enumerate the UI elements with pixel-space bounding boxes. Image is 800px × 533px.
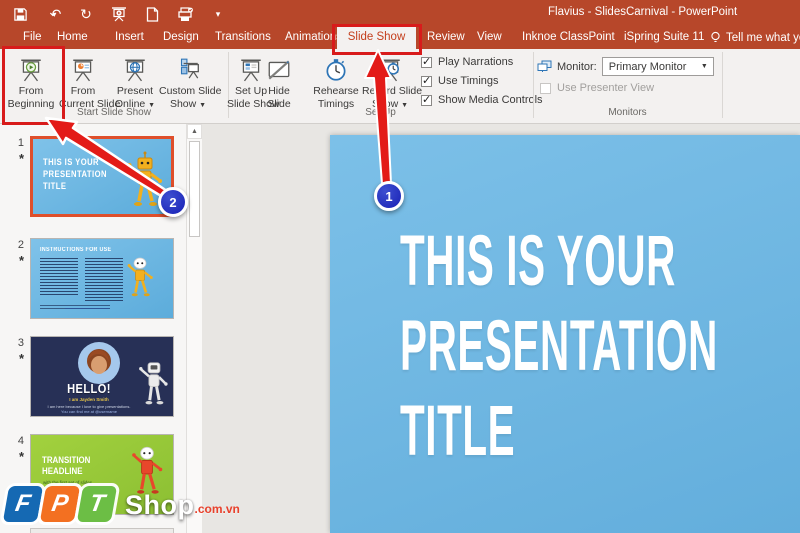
thumbnail-2-body-text <box>40 258 78 296</box>
workspace: 1 * THIS IS YOUR PRESENTATION TITLE 2 * <box>0 124 800 533</box>
tab-ispring-suite[interactable]: iSpring Suite 11 <box>624 26 704 49</box>
from-beginning-button[interactable]: From Beginning <box>4 51 58 111</box>
rehearse-timings-button[interactable]: Rehearse Timings <box>310 51 362 111</box>
tab-inknoe-classpoint[interactable]: Inknoe ClassPoint <box>522 26 615 49</box>
customize-quick-access-icon[interactable]: ▾ <box>208 4 228 24</box>
window-title: Flavius - SlidesCarnival - PowerPoint <box>548 6 738 18</box>
tab-home[interactable]: Home <box>57 26 88 49</box>
ribbon: From Beginning From Current Slide Presen… <box>0 49 800 124</box>
tab-slide-show[interactable]: Slide Show <box>337 26 416 49</box>
slide-canvas[interactable]: THIS IS YOUR PRESENTATION TITLE <box>330 135 800 533</box>
ribbon-tabs: File Home Insert Design Transitions Anim… <box>0 26 800 49</box>
thumbnail-4-title-line: TRANSITION <box>42 455 91 465</box>
robot-illustration <box>127 257 153 297</box>
robot-illustration <box>132 446 163 494</box>
print-preview-icon[interactable] <box>175 4 195 24</box>
monitor-row: Monitor: Primary Monitor ▼ <box>537 57 714 76</box>
slide-thumbnail-5-partial[interactable] <box>30 528 174 533</box>
tell-me-box[interactable]: Tell me what you <box>710 26 800 49</box>
checkbox-checked-icon[interactable] <box>421 74 432 87</box>
use-presenter-view-checkbox[interactable]: Use Presenter View <box>540 82 654 94</box>
use-timings-checkbox[interactable]: Use Timings <box>421 74 499 87</box>
screen-chart-icon <box>59 51 107 85</box>
custom-slide-show-button[interactable]: Custom Slide Show ▼ <box>159 51 221 112</box>
thumbnail-4-subtitle: with the first set of slides <box>43 480 93 485</box>
thumbnail-2-body-text <box>85 258 123 302</box>
slide-title-text[interactable]: THIS IS YOUR PRESENTATION TITLE <box>400 219 718 474</box>
group-label-start-slide-show: Start Slide Show <box>77 107 151 118</box>
slide-number: 4 <box>17 435 24 447</box>
tab-view[interactable]: View <box>477 26 502 49</box>
quick-access-toolbar: ↶ ▾ ↻ ▾ <box>10 4 228 24</box>
tab-animations[interactable]: Animations <box>285 26 342 49</box>
save-icon[interactable] <box>10 4 30 24</box>
dropdown-caret-icon: ▼ <box>700 63 708 70</box>
thumbnail-3-title: HELLO! <box>67 381 111 396</box>
record-slide-show-button[interactable]: Record Slide Show ▼ <box>362 51 422 112</box>
animation-star-indicator: * <box>18 151 24 166</box>
animation-star-indicator: * <box>18 253 24 268</box>
checkbox-checked-icon[interactable] <box>421 55 432 68</box>
checkbox-checked-icon[interactable] <box>421 93 432 106</box>
title-bar: ↶ ▾ ↻ ▾ Flavius - SlidesCarnival - PowerP… <box>0 0 800 49</box>
tab-slide-show-active[interactable]: Slide Show <box>337 26 416 49</box>
monitor-dropdown[interactable]: Primary Monitor ▼ <box>601 57 714 76</box>
tell-me-label: Tell me what you <box>726 31 800 44</box>
stopwatch-icon <box>310 51 362 85</box>
thumbnail-2-heading: INSTRUCTIONS FOR USE <box>40 247 112 253</box>
screen-record-icon <box>362 51 418 85</box>
slide-number: 3 <box>17 337 24 349</box>
thumbnail-2-link <box>65 308 109 309</box>
animation-star-indicator: * <box>18 351 24 366</box>
slide-thumbnail-3[interactable]: HELLO! I am Jayden Smith I am here becau… <box>30 336 174 417</box>
slide-thumbnail-panel: 1 * THIS IS YOUR PRESENTATION TITLE 2 * <box>0 124 202 533</box>
powerpoint-window: { "window": { "title": "Flavius - Slides… <box>0 0 800 533</box>
undo-icon[interactable]: ↶ ▾ <box>43 4 63 24</box>
thumbnail-3-line: You can find me at @username <box>61 409 117 414</box>
from-current-slide-button[interactable]: From Current Slide <box>59 51 120 111</box>
play-narrations-checkbox[interactable]: Play Narrations <box>421 55 513 68</box>
thumbnail-scrollbar[interactable]: ▲ <box>186 124 202 533</box>
thumbnail-4-title-line: HEADLINE <box>42 466 83 476</box>
show-media-controls-checkbox[interactable]: Show Media Controls <box>421 93 543 106</box>
tab-design[interactable]: Design <box>163 26 199 49</box>
slide-number: 1 <box>17 137 24 149</box>
slide-thumbnail-4[interactable]: TRANSITION HEADLINE with the first set o… <box>30 434 174 515</box>
undo-caret-icon[interactable]: ▾ <box>52 10 56 19</box>
tab-file[interactable]: File <box>23 26 42 49</box>
tab-transitions[interactable]: Transitions <box>215 26 271 49</box>
redo-icon[interactable]: ↻ <box>76 4 96 24</box>
monitor-icon <box>537 60 552 72</box>
screen-globe-icon <box>110 51 160 85</box>
hide-slide-button[interactable]: Hide Slide <box>259 51 299 111</box>
robot-illustration <box>127 151 162 206</box>
checkbox-unchecked-icon[interactable] <box>540 82 551 94</box>
hide-slide-icon <box>259 51 299 85</box>
screen-play-icon <box>4 51 58 85</box>
robot-illustration <box>139 362 168 405</box>
slide-number: 2 <box>17 239 24 251</box>
screen-list-icon <box>159 51 217 85</box>
group-label-set-up: Set Up <box>365 107 396 118</box>
scrollbar-thumb[interactable] <box>189 141 200 237</box>
tab-review[interactable]: Review <box>427 26 465 49</box>
lightbulb-icon <box>711 31 720 42</box>
speaker-photo <box>78 342 120 384</box>
monitor-label: Monitor: <box>557 60 597 73</box>
group-separator <box>722 52 723 118</box>
animation-star-indicator: * <box>18 449 24 464</box>
slide-thumbnail-1[interactable]: THIS IS YOUR PRESENTATION TITLE <box>30 136 174 217</box>
scrollbar-up-arrow[interactable]: ▲ <box>187 124 202 139</box>
new-file-icon[interactable] <box>142 4 162 24</box>
present-online-button[interactable]: Present Online ▼ <box>110 51 160 112</box>
slide-thumbnail-2[interactable]: INSTRUCTIONS FOR USE <box>30 238 174 319</box>
group-label-monitors: Monitors <box>608 107 647 118</box>
start-from-beginning-icon[interactable] <box>109 4 129 24</box>
thumbnail-3-subtitle: I am Jayden Smith <box>69 397 109 402</box>
tab-insert[interactable]: Insert <box>115 26 144 49</box>
